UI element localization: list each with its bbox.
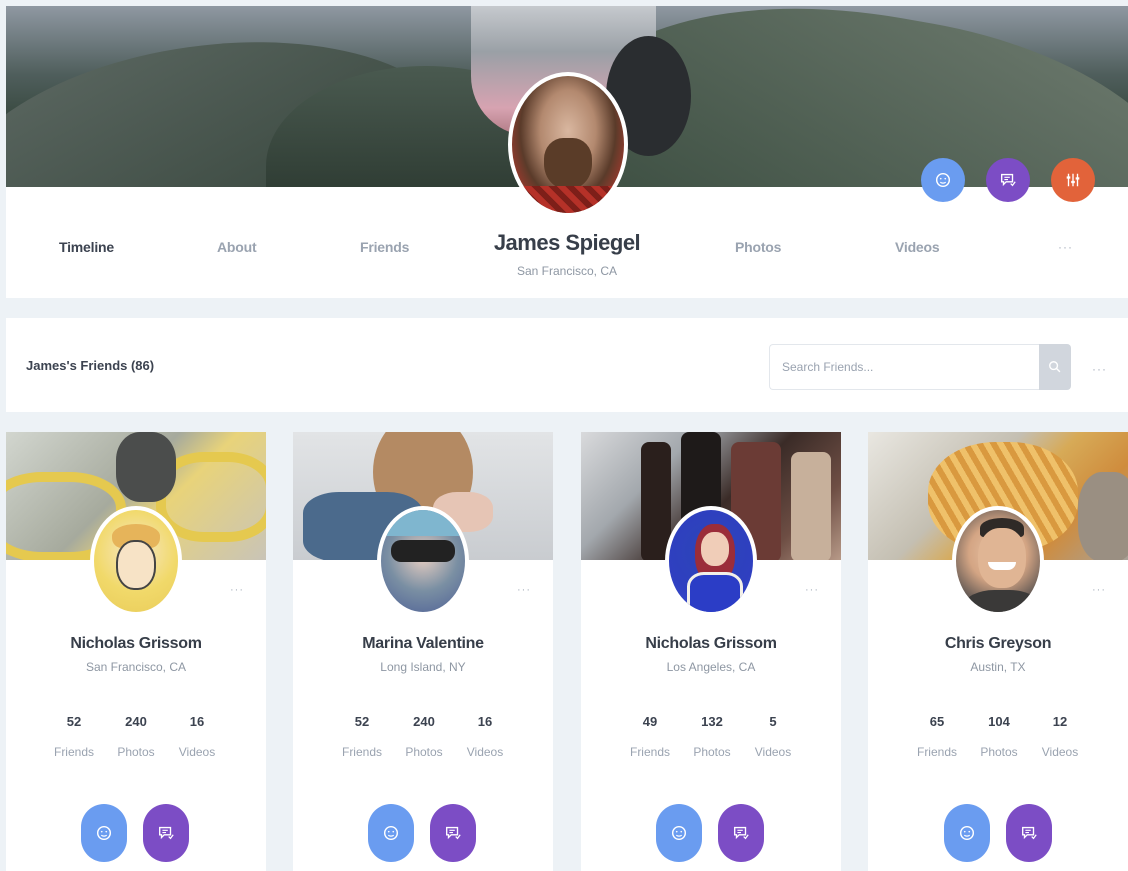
profile-avatar[interactable] [508, 72, 628, 217]
message-icon [446, 826, 461, 840]
settings-sliders-icon [1066, 173, 1080, 187]
profile-name: James Spiegel [493, 230, 641, 255]
friend-stat-videos: 16 Videos [466, 714, 504, 759]
friend-name[interactable]: Nicholas Grissom [6, 635, 266, 653]
add-friend-button[interactable] [81, 804, 127, 862]
friend-avatar[interactable] [952, 506, 1044, 616]
friend-location: Los Angeles, CA [666, 660, 756, 674]
friend-card: ··· Marina Valentine Long Island, NY 52 … [293, 432, 553, 871]
friend-name[interactable]: Nicholas Grissom [581, 635, 841, 653]
friend-location: Long Island, NY [380, 660, 466, 674]
friend-location: San Francisco, CA [85, 660, 187, 674]
settings-button[interactable] [1051, 158, 1095, 202]
friend-avatar[interactable] [377, 506, 469, 616]
add-friend-icon [96, 825, 112, 841]
friend-name[interactable]: Chris Greyson [868, 635, 1128, 653]
friends-toolbar: James's Friends (86) ··· [6, 318, 1128, 412]
friend-more-button[interactable]: ··· [1092, 584, 1106, 596]
friend-stat-photos: 240 Photos [405, 714, 443, 759]
message-icon [734, 826, 749, 840]
message-icon [1022, 826, 1037, 840]
add-friend-button[interactable] [921, 158, 965, 202]
search-button[interactable] [1039, 344, 1071, 390]
friend-location: Austin, TX [970, 660, 1026, 674]
message-icon [1001, 173, 1016, 187]
friend-stat-friends: 65 Friends [916, 714, 957, 759]
add-friend-button[interactable] [656, 804, 702, 862]
profile-header: Timeline About Friends Photos Videos ···… [6, 6, 1128, 298]
search-input[interactable] [770, 345, 1041, 389]
add-friend-button[interactable] [944, 804, 990, 862]
friend-stat-photos: 240 Photos [117, 714, 155, 759]
friend-card: ··· Nicholas Grissom Los Angeles, CA 49 … [581, 432, 841, 871]
add-friend-button[interactable] [368, 804, 414, 862]
friend-more-button[interactable]: ··· [230, 584, 244, 596]
message-button[interactable] [718, 804, 764, 862]
message-button[interactable] [986, 158, 1030, 202]
friend-stat-photos: 132 Photos [693, 714, 731, 759]
search-icon [1049, 361, 1061, 373]
friend-card: ··· Nicholas Grissom San Francisco, CA 5… [6, 432, 266, 871]
friend-stat-friends: 49 Friends [629, 714, 670, 759]
friend-name[interactable]: Marina Valentine [293, 635, 553, 653]
friend-avatar[interactable] [665, 506, 757, 616]
profile-location: San Francisco, CA [516, 264, 618, 278]
add-friend-icon [935, 172, 951, 188]
add-friend-icon [383, 825, 399, 841]
profile-page: Timeline About Friends Photos Videos ···… [0, 0, 1128, 871]
search-field [769, 344, 1041, 390]
message-icon [159, 826, 174, 840]
add-friend-icon [959, 825, 975, 841]
friend-card: ··· Chris Greyson Austin, TX 65 Friends … [868, 432, 1128, 871]
friend-more-button[interactable]: ··· [517, 584, 531, 596]
friend-avatar[interactable] [90, 506, 182, 616]
friends-more-button[interactable]: ··· [1092, 362, 1107, 376]
friend-stat-photos: 104 Photos [980, 714, 1018, 759]
message-button[interactable] [143, 804, 189, 862]
friend-stat-friends: 52 Friends [53, 714, 94, 759]
friend-stat-videos: 16 Videos [178, 714, 216, 759]
friend-stat-videos: 12 Videos [1041, 714, 1079, 759]
friend-more-button[interactable]: ··· [805, 584, 819, 596]
friend-stat-videos: 5 Videos [754, 714, 792, 759]
friend-stat-friends: 52 Friends [341, 714, 382, 759]
message-button[interactable] [1006, 804, 1052, 862]
friends-title: James's Friends (86) [26, 358, 155, 373]
add-friend-icon [671, 825, 687, 841]
message-button[interactable] [430, 804, 476, 862]
